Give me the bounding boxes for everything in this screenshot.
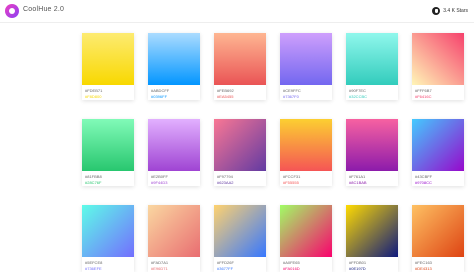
gradient-swatch[interactable] — [280, 119, 332, 171]
gradient-card[interactable]: #FAD7A1 #E96D71 — [148, 205, 200, 272]
color-to-code[interactable]: #E96D71 — [151, 266, 168, 271]
gradient-swatch[interactable] — [280, 205, 332, 257]
gradient-swatch[interactable] — [148, 205, 200, 257]
color-from-code[interactable]: #F97794 — [217, 174, 233, 179]
gradient-swatch[interactable] — [346, 119, 398, 171]
color-from-code[interactable]: #ABDCFF — [151, 88, 169, 93]
color-from-code[interactable]: #F761A1 — [349, 174, 365, 179]
color-to-code[interactable]: #3677FF — [217, 266, 233, 271]
color-from-code[interactable]: #FDEB71 — [85, 88, 102, 93]
color-from-code[interactable]: #E2B0FF — [151, 174, 168, 179]
color-from-code[interactable]: #A0FE65 — [283, 260, 300, 265]
gradient-card[interactable]: #F97794 #623AA2 — [214, 119, 266, 186]
color-to-code[interactable]: #8C1BAB — [349, 180, 367, 185]
gradient-swatch[interactable] — [412, 33, 464, 85]
gradient-card[interactable]: #5EFCE8 #736EFE — [82, 205, 134, 272]
color-from-code[interactable]: #FFD26F — [217, 260, 234, 265]
color-to-code[interactable]: #0E197D — [349, 266, 366, 271]
color-to-code[interactable]: #32CCBC — [349, 94, 367, 99]
gradient-card[interactable]: #FFDB01 #0E197D — [346, 205, 398, 272]
gradient-card[interactable]: #FCCF31 #F55555 — [280, 119, 332, 186]
color-to-code[interactable]: #736EFE — [85, 266, 102, 271]
color-from-code[interactable]: #FAD7A1 — [151, 260, 168, 265]
color-to-code[interactable]: #9F44D3 — [151, 180, 167, 185]
color-from-code[interactable]: #FCCF31 — [283, 174, 300, 179]
gradient-swatch[interactable] — [346, 205, 398, 257]
gradient-swatch[interactable] — [412, 205, 464, 257]
color-to-code[interactable]: #623AA2 — [217, 180, 233, 185]
gradient-card[interactable]: #FEB692 #EA5455 — [214, 33, 266, 100]
gradient-swatch[interactable] — [412, 119, 464, 171]
color-to-code[interactable]: #F6416C — [415, 94, 431, 99]
color-from-code[interactable]: #FFDB01 — [349, 260, 366, 265]
gradient-card[interactable]: #81FBB8 #28C76F — [82, 119, 134, 186]
gradient-card[interactable]: #FFD26F #3677FF — [214, 205, 266, 272]
gradient-swatch[interactable] — [82, 33, 134, 85]
gradient-card[interactable]: #90F7EC #32CCBC — [346, 33, 398, 100]
gradient-card[interactable]: #E2B0FF #9F44D3 — [148, 119, 200, 186]
gradient-swatch[interactable] — [280, 33, 332, 85]
gradient-card[interactable]: #CE9FFC #7367F0 — [280, 33, 332, 100]
color-from-code[interactable]: #FEB692 — [217, 88, 234, 93]
color-to-code[interactable]: #F55555 — [283, 180, 299, 185]
gradient-swatch[interactable] — [148, 33, 200, 85]
color-from-code[interactable]: #90F7EC — [349, 88, 366, 93]
color-from-code[interactable]: #CE9FFC — [283, 88, 301, 93]
color-to-code[interactable]: #EA5455 — [217, 94, 233, 99]
gradient-card[interactable]: #FFF6B7 #F6416C — [412, 33, 464, 100]
gradient-swatch[interactable] — [148, 119, 200, 171]
color-to-code[interactable]: #DE4313 — [415, 266, 432, 271]
gradient-card[interactable]: #FDEB71 #F8D800 — [82, 33, 134, 100]
gradient-card[interactable]: #A0FE65 #FA016D — [280, 205, 332, 272]
gradient-swatch[interactable] — [82, 205, 134, 257]
color-from-code[interactable]: #FFF6B7 — [415, 88, 432, 93]
gradient-swatch[interactable] — [214, 119, 266, 171]
gradient-card[interactable]: #FEC163 #DE4313 — [412, 205, 464, 272]
gradient-swatch[interactable] — [214, 205, 266, 257]
color-to-code[interactable]: #F8D800 — [85, 94, 101, 99]
color-to-code[interactable]: #28C76F — [85, 180, 101, 185]
gradient-swatch[interactable] — [214, 33, 266, 85]
color-from-code[interactable]: #81FBB8 — [85, 174, 102, 179]
gradient-card[interactable]: #ABDCFF #0396FF — [148, 33, 200, 100]
color-from-code[interactable]: #FEC163 — [415, 260, 432, 265]
color-to-code[interactable]: #7367F0 — [283, 94, 299, 99]
color-to-code[interactable]: #9708CC — [415, 180, 432, 185]
gradient-grid: #FDEB71 #F8D800 #ABDCFF #0396FF #FEB692 #EA54… — [0, 0, 474, 272]
color-to-code[interactable]: #FA016D — [283, 266, 300, 271]
color-from-code[interactable]: #5EFCE8 — [85, 260, 102, 265]
gradient-card[interactable]: #F761A1 #8C1BAB — [346, 119, 398, 186]
color-to-code[interactable]: #0396FF — [151, 94, 167, 99]
color-from-code[interactable]: #43CBFF — [415, 174, 432, 179]
gradient-card[interactable]: #43CBFF #9708CC — [412, 119, 464, 186]
gradient-swatch[interactable] — [82, 119, 134, 171]
gradient-swatch[interactable] — [346, 33, 398, 85]
